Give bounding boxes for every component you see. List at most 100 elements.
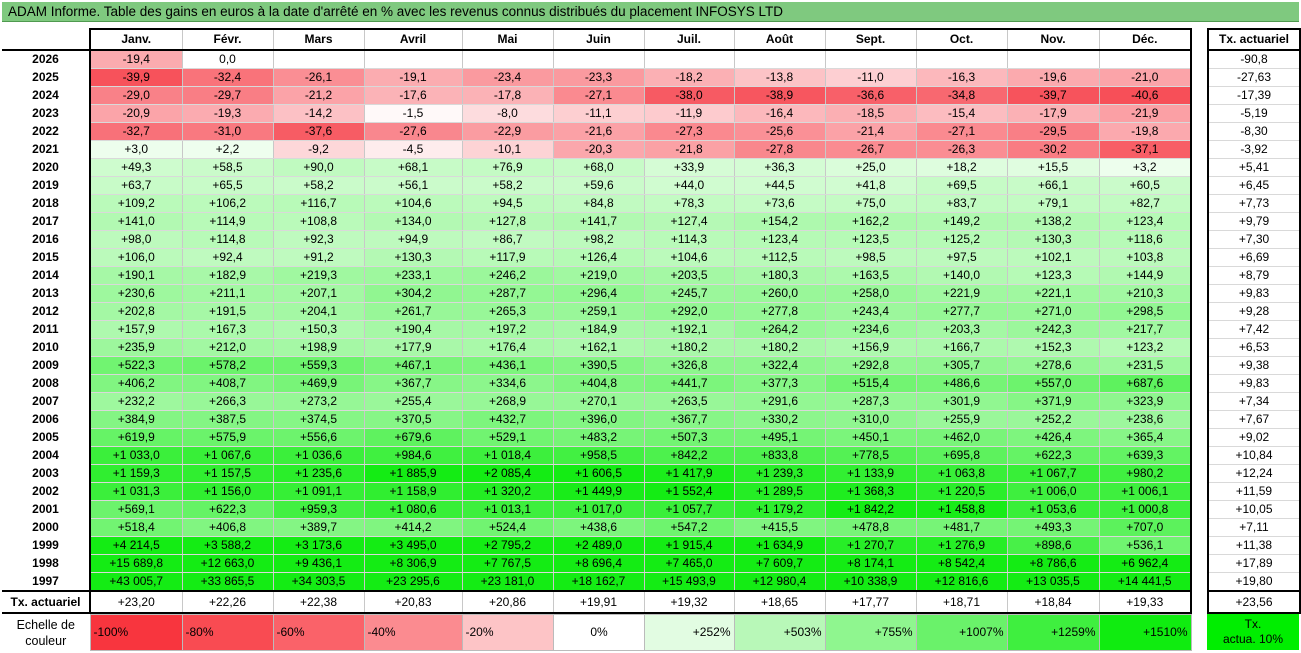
gain-cell: -21,2 (273, 86, 365, 105)
table-row: 2006 +384,9 +387,5 +374,5 +370,5 +432,7 +396,0… (2, 410, 1192, 429)
month-rate-cell: +19,33 (1099, 590, 1192, 614)
year-rate-cell: +12,24 (1207, 464, 1301, 483)
gain-cell: +221,1 (1007, 284, 1100, 303)
gain-cell: -21,4 (825, 122, 917, 141)
table-row: 2007 +232,2 +266,3 +273,2 +255,4 +268,9 +270,1… (2, 392, 1192, 411)
gain-cell: -37,6 (273, 122, 365, 141)
gain-cell: -31,0 (182, 122, 274, 141)
corner-cell (2, 29, 91, 51)
gain-cell: +180,3 (734, 266, 826, 285)
gain-cell: +266,3 (182, 392, 274, 411)
gain-cell: +291,6 (734, 392, 826, 411)
month-header: Déc. (1099, 28, 1192, 51)
gain-cell: +1 006,0 (1007, 482, 1100, 501)
gain-cell: +507,3 (644, 428, 735, 447)
gain-cell: +559,3 (273, 356, 365, 375)
gain-cell: +34 303,5 (273, 572, 365, 592)
color-scale-swatch: +503% (733, 614, 826, 651)
gain-cell: -21,8 (644, 140, 735, 159)
year-rate-cell: +19,80 (1207, 572, 1301, 592)
gain-cell: +326,8 (644, 356, 735, 375)
year-rate-cell: +8,79 (1207, 266, 1301, 285)
gain-cell: +481,7 (916, 518, 1008, 537)
gain-cell: +162,2 (825, 212, 917, 231)
color-scale-swatch: +252% (643, 614, 735, 651)
gain-cell: +43 005,7 (90, 572, 183, 592)
gain-cell: +203,5 (644, 266, 735, 285)
gain-cell: -25,6 (734, 122, 826, 141)
gain-cell: +123,5 (825, 230, 917, 249)
year-rate-cell: -27,63 (1207, 68, 1301, 87)
gain-cell: +575,9 (182, 428, 274, 447)
gain-cell: +68,1 (364, 158, 463, 177)
year-rate-cell: +9,83 (1207, 374, 1301, 393)
gain-cell: -29,7 (182, 86, 274, 105)
gain-cell: +98,0 (90, 230, 183, 249)
gain-cell: -38,9 (734, 86, 826, 105)
gain-cell (553, 50, 645, 69)
year-rate-cell: +10,84 (1207, 446, 1301, 465)
gain-cell: -38,0 (644, 86, 735, 105)
gain-cell: +118,6 (1099, 230, 1192, 249)
year-label: 2003 (2, 464, 91, 483)
color-scale-swatch: -80% (181, 614, 274, 651)
report-title: ADAM Informe. Table des gains en euros à… (2, 2, 1299, 22)
gain-cell: +104,6 (644, 248, 735, 267)
gain-cell: +8 786,6 (1007, 554, 1100, 573)
gain-cell: +2 489,0 (553, 536, 645, 555)
gain-cell: +141,0 (90, 212, 183, 231)
gain-cell: +56,1 (364, 176, 463, 195)
gain-cell: +252,2 (1007, 410, 1100, 429)
gain-cell: +190,1 (90, 266, 183, 285)
gain-cell: +278,6 (1007, 356, 1100, 375)
gain-cell: +450,1 (825, 428, 917, 447)
gain-cell: -19,4 (90, 50, 183, 69)
gain-cell: +104,6 (364, 194, 463, 213)
gain-cell: +106,2 (182, 194, 274, 213)
table-row: 2004 +1 033,0 +1 067,6 +1 036,6 +984,6 +1 018… (2, 446, 1192, 465)
gain-cell: +166,7 (916, 338, 1008, 357)
gain-cell: +547,2 (644, 518, 735, 537)
year-label: 2017 (2, 212, 91, 231)
table-row: 2015 +106,0 +92,4 +91,2 +130,3 +117,9 +126,4 +1… (2, 248, 1192, 267)
gain-cell: +1 013,1 (462, 500, 554, 519)
year-rate-cell: +9,38 (1207, 356, 1301, 375)
gain-cell: +958,5 (553, 446, 645, 465)
gain-cell: +86,7 (462, 230, 554, 249)
table-row: 2010 +235,9 +212,0 +198,9 +177,9 +176,4 +162,1… (2, 338, 1192, 357)
gain-cell: +277,7 (916, 302, 1008, 321)
gain-cell: +8 174,1 (825, 554, 917, 573)
month-header: Juin (553, 28, 645, 51)
gain-cell: -39,7 (1007, 86, 1100, 105)
color-scale-swatch: +755% (824, 614, 917, 651)
gain-cell: +1 067,7 (1007, 464, 1100, 483)
gain-cell: +1 017,0 (553, 500, 645, 519)
gain-cell: +1 033,0 (90, 446, 183, 465)
gain-cell: +1 449,9 (553, 482, 645, 501)
gain-cell: +163,5 (825, 266, 917, 285)
gain-cell: +261,7 (364, 302, 463, 321)
gain-cell: +679,6 (364, 428, 463, 447)
gain-cell: +334,6 (462, 374, 554, 393)
gain-cell: +123,4 (1099, 212, 1192, 231)
gain-cell: +374,5 (273, 410, 365, 429)
gain-cell: +192,1 (644, 320, 735, 339)
color-scale-swatch: +1007% (915, 614, 1008, 651)
gain-cell: +98,5 (825, 248, 917, 267)
gain-cell: +639,3 (1099, 446, 1192, 465)
year-rate-cell: +17,89 (1207, 554, 1301, 573)
table-row: 2017 +141,0 +114,9 +108,8 +134,0 +127,8 +141,7… (2, 212, 1192, 231)
gain-cell (644, 50, 735, 69)
gain-cell: -17,8 (462, 86, 554, 105)
gain-cell: +377,3 (734, 374, 826, 393)
color-scale-swatch: -40% (363, 614, 463, 651)
gain-cell: +436,1 (462, 356, 554, 375)
year-label: 2001 (2, 500, 91, 519)
gain-cell: +432,7 (462, 410, 554, 429)
gain-cell: +486,6 (916, 374, 1008, 393)
gain-cell: +7 465,0 (644, 554, 735, 573)
gains-table: Janv. Févr. Mars Avril Mai Juin Juil. Août Sept.… (2, 28, 1192, 614)
gain-cell: +92,3 (273, 230, 365, 249)
gain-cell: +83,7 (916, 194, 1008, 213)
gain-cell: +578,2 (182, 356, 274, 375)
